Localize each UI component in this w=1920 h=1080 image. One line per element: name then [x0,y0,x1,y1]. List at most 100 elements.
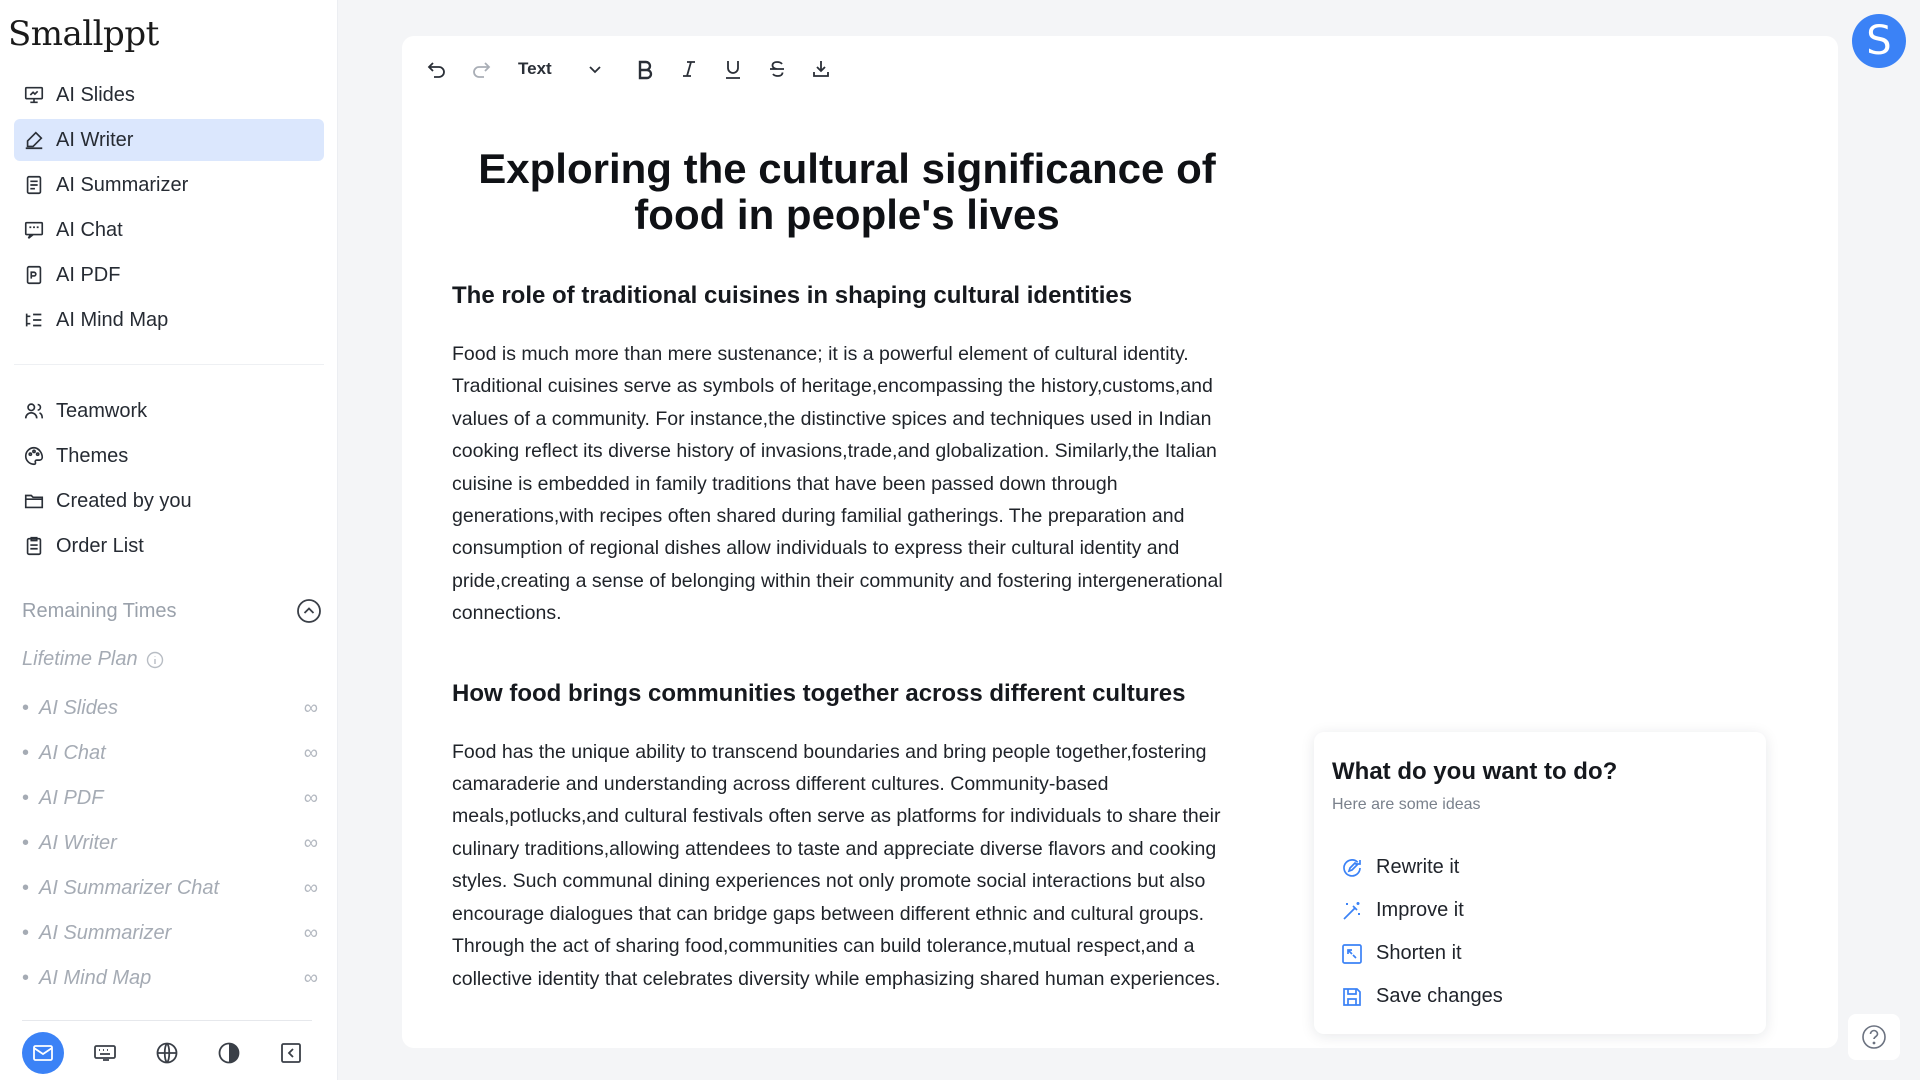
infinity-value: ∞ [303,742,318,764]
help-button[interactable] [1848,1014,1900,1060]
editor-toolbar: Text [422,50,836,88]
sidebar-item-label: AI Chat [56,218,123,241]
sidebar-item-label: AI Slides [56,83,135,106]
undo-icon [427,62,445,78]
quota-row: AI PDF ∞ [22,776,318,821]
sidebar-item-teamwork[interactable]: Teamwork [14,390,324,432]
rewrite-button[interactable]: Rewrite it [1340,846,1503,889]
sidebar-item-label: AI Summarizer [56,173,189,196]
team-icon [22,399,46,423]
redo-button[interactable] [466,54,496,84]
chevron-down-icon[interactable] [584,58,606,80]
secondary-nav: Teamwork Themes Created by you Order Lis… [14,390,324,570]
suggestion-panel: What do you want to do? Here are some id… [1314,732,1766,1034]
quota-row: AI Summarizer ∞ [22,911,318,956]
panel-title: What do you want to do? [1332,758,1618,785]
collapse-sidebar-button[interactable] [270,1032,312,1074]
document-title[interactable]: Exploring the cultural significance of f… [452,146,1242,238]
sidebar-item-label: AI Mind Map [56,308,169,331]
sidebar-item-label: AI PDF [56,263,121,286]
document-content[interactable]: Exploring the cultural significance of f… [452,146,1242,1045]
quota-label: AI Slides [22,697,118,720]
bold-icon [638,60,652,80]
language-button[interactable] [146,1032,188,1074]
folder-icon [22,489,46,513]
sidebar-item-order-list[interactable]: Order List [14,525,324,567]
chevron-up-circle-icon[interactable] [296,598,322,624]
strikethrough-button[interactable] [762,54,792,84]
action-label: Shorten it [1376,942,1462,964]
download-button[interactable] [806,54,836,84]
sidebar-item-ai-pdf[interactable]: AI PDF [14,254,324,296]
redo-icon [473,62,491,78]
sidebar-item-ai-mind-map[interactable]: AI Mind Map [14,299,324,341]
app-logo[interactable]: Smallppt [8,14,159,54]
globe-icon [156,1042,178,1064]
plan-label: Lifetime Plan [22,648,164,671]
underline-icon [725,61,740,79]
sidebar-item-label: Themes [56,444,129,467]
shorten-button[interactable]: Shorten it [1340,932,1503,975]
user-avatar[interactable]: S [1852,14,1906,68]
action-label: Save changes [1376,985,1503,1007]
bold-button[interactable] [630,54,660,84]
palette-icon [22,444,46,468]
sidebar-item-label: Teamwork [56,399,148,422]
sidebar-item-ai-slides[interactable]: AI Slides [14,74,324,116]
improve-button[interactable]: Improve it [1340,889,1503,932]
section-heading[interactable]: How food brings communities together acr… [452,680,1242,708]
avatar-letter: S [1866,18,1892,64]
magic-wand-icon [1340,899,1364,923]
panel-subtitle: Here are some ideas [1332,796,1481,813]
mindmap-icon [22,308,46,332]
quota-label: AI Summarizer [22,922,171,945]
action-label: Rewrite it [1376,856,1460,878]
sidebar-item-created-by-you[interactable]: Created by you [14,480,324,522]
remaining-times-label: Remaining Times [22,599,177,622]
panel-actions: Rewrite it Improve it Shorten it Save ch… [1340,846,1503,1018]
infinity-value: ∞ [303,787,318,809]
quota-label: AI Summarizer Chat [22,877,219,900]
save-changes-button[interactable]: Save changes [1340,975,1503,1018]
bottom-divider [22,1020,312,1021]
quota-row: AI Mind Map ∞ [22,956,318,1001]
italic-button[interactable] [674,54,704,84]
section-paragraph[interactable]: Food has the unique ability to transcend… [452,736,1242,995]
save-icon [1340,985,1364,1009]
underline-button[interactable] [718,54,748,84]
rewrite-icon [1340,856,1364,880]
sidebar-item-ai-chat[interactable]: AI Chat [14,209,324,251]
keyboard-icon [94,1045,116,1061]
sidebar-item-themes[interactable]: Themes [14,435,324,477]
remaining-times-header[interactable]: Remaining Times [22,598,322,624]
chat-icon [22,218,46,242]
sidebar-divider [14,364,324,365]
sidebar-item-label: AI Writer [56,128,134,151]
quota-row: AI Slides ∞ [22,686,318,731]
download-icon [812,61,829,77]
quota-list: AI Slides ∞ AI Chat ∞ AI PDF ∞ AI Writer ∞ A… [22,686,318,1001]
sidebar-item-label: Order List [56,534,144,557]
infinity-value: ∞ [303,922,318,944]
sidebar-bottom-bar [22,1030,312,1076]
mail-button[interactable] [22,1032,64,1074]
quota-row: AI Summarizer Chat ∞ [22,866,318,911]
text-style-select[interactable]: Text [518,59,552,79]
theme-toggle-button[interactable] [208,1032,250,1074]
section-paragraph[interactable]: Food is much more than mere sustenance; … [452,338,1242,630]
quota-row: AI Chat ∞ [22,731,318,776]
keyboard-button[interactable] [84,1032,126,1074]
strikethrough-icon [769,61,784,77]
quota-label: AI Chat [22,742,106,765]
quota-label: AI Writer [22,832,117,855]
sidebar-item-ai-summarizer[interactable]: AI Summarizer [14,164,324,206]
sidebar-item-label: Created by you [56,489,192,512]
italic-icon [682,61,695,77]
sidebar-item-ai-writer[interactable]: AI Writer [14,119,324,161]
summary-doc-icon [22,173,46,197]
presentation-icon [22,83,46,107]
section-heading[interactable]: The role of traditional cuisines in shap… [452,282,1242,310]
undo-button[interactable] [422,54,452,84]
info-icon[interactable] [146,651,164,669]
quota-label: AI Mind Map [22,967,151,990]
